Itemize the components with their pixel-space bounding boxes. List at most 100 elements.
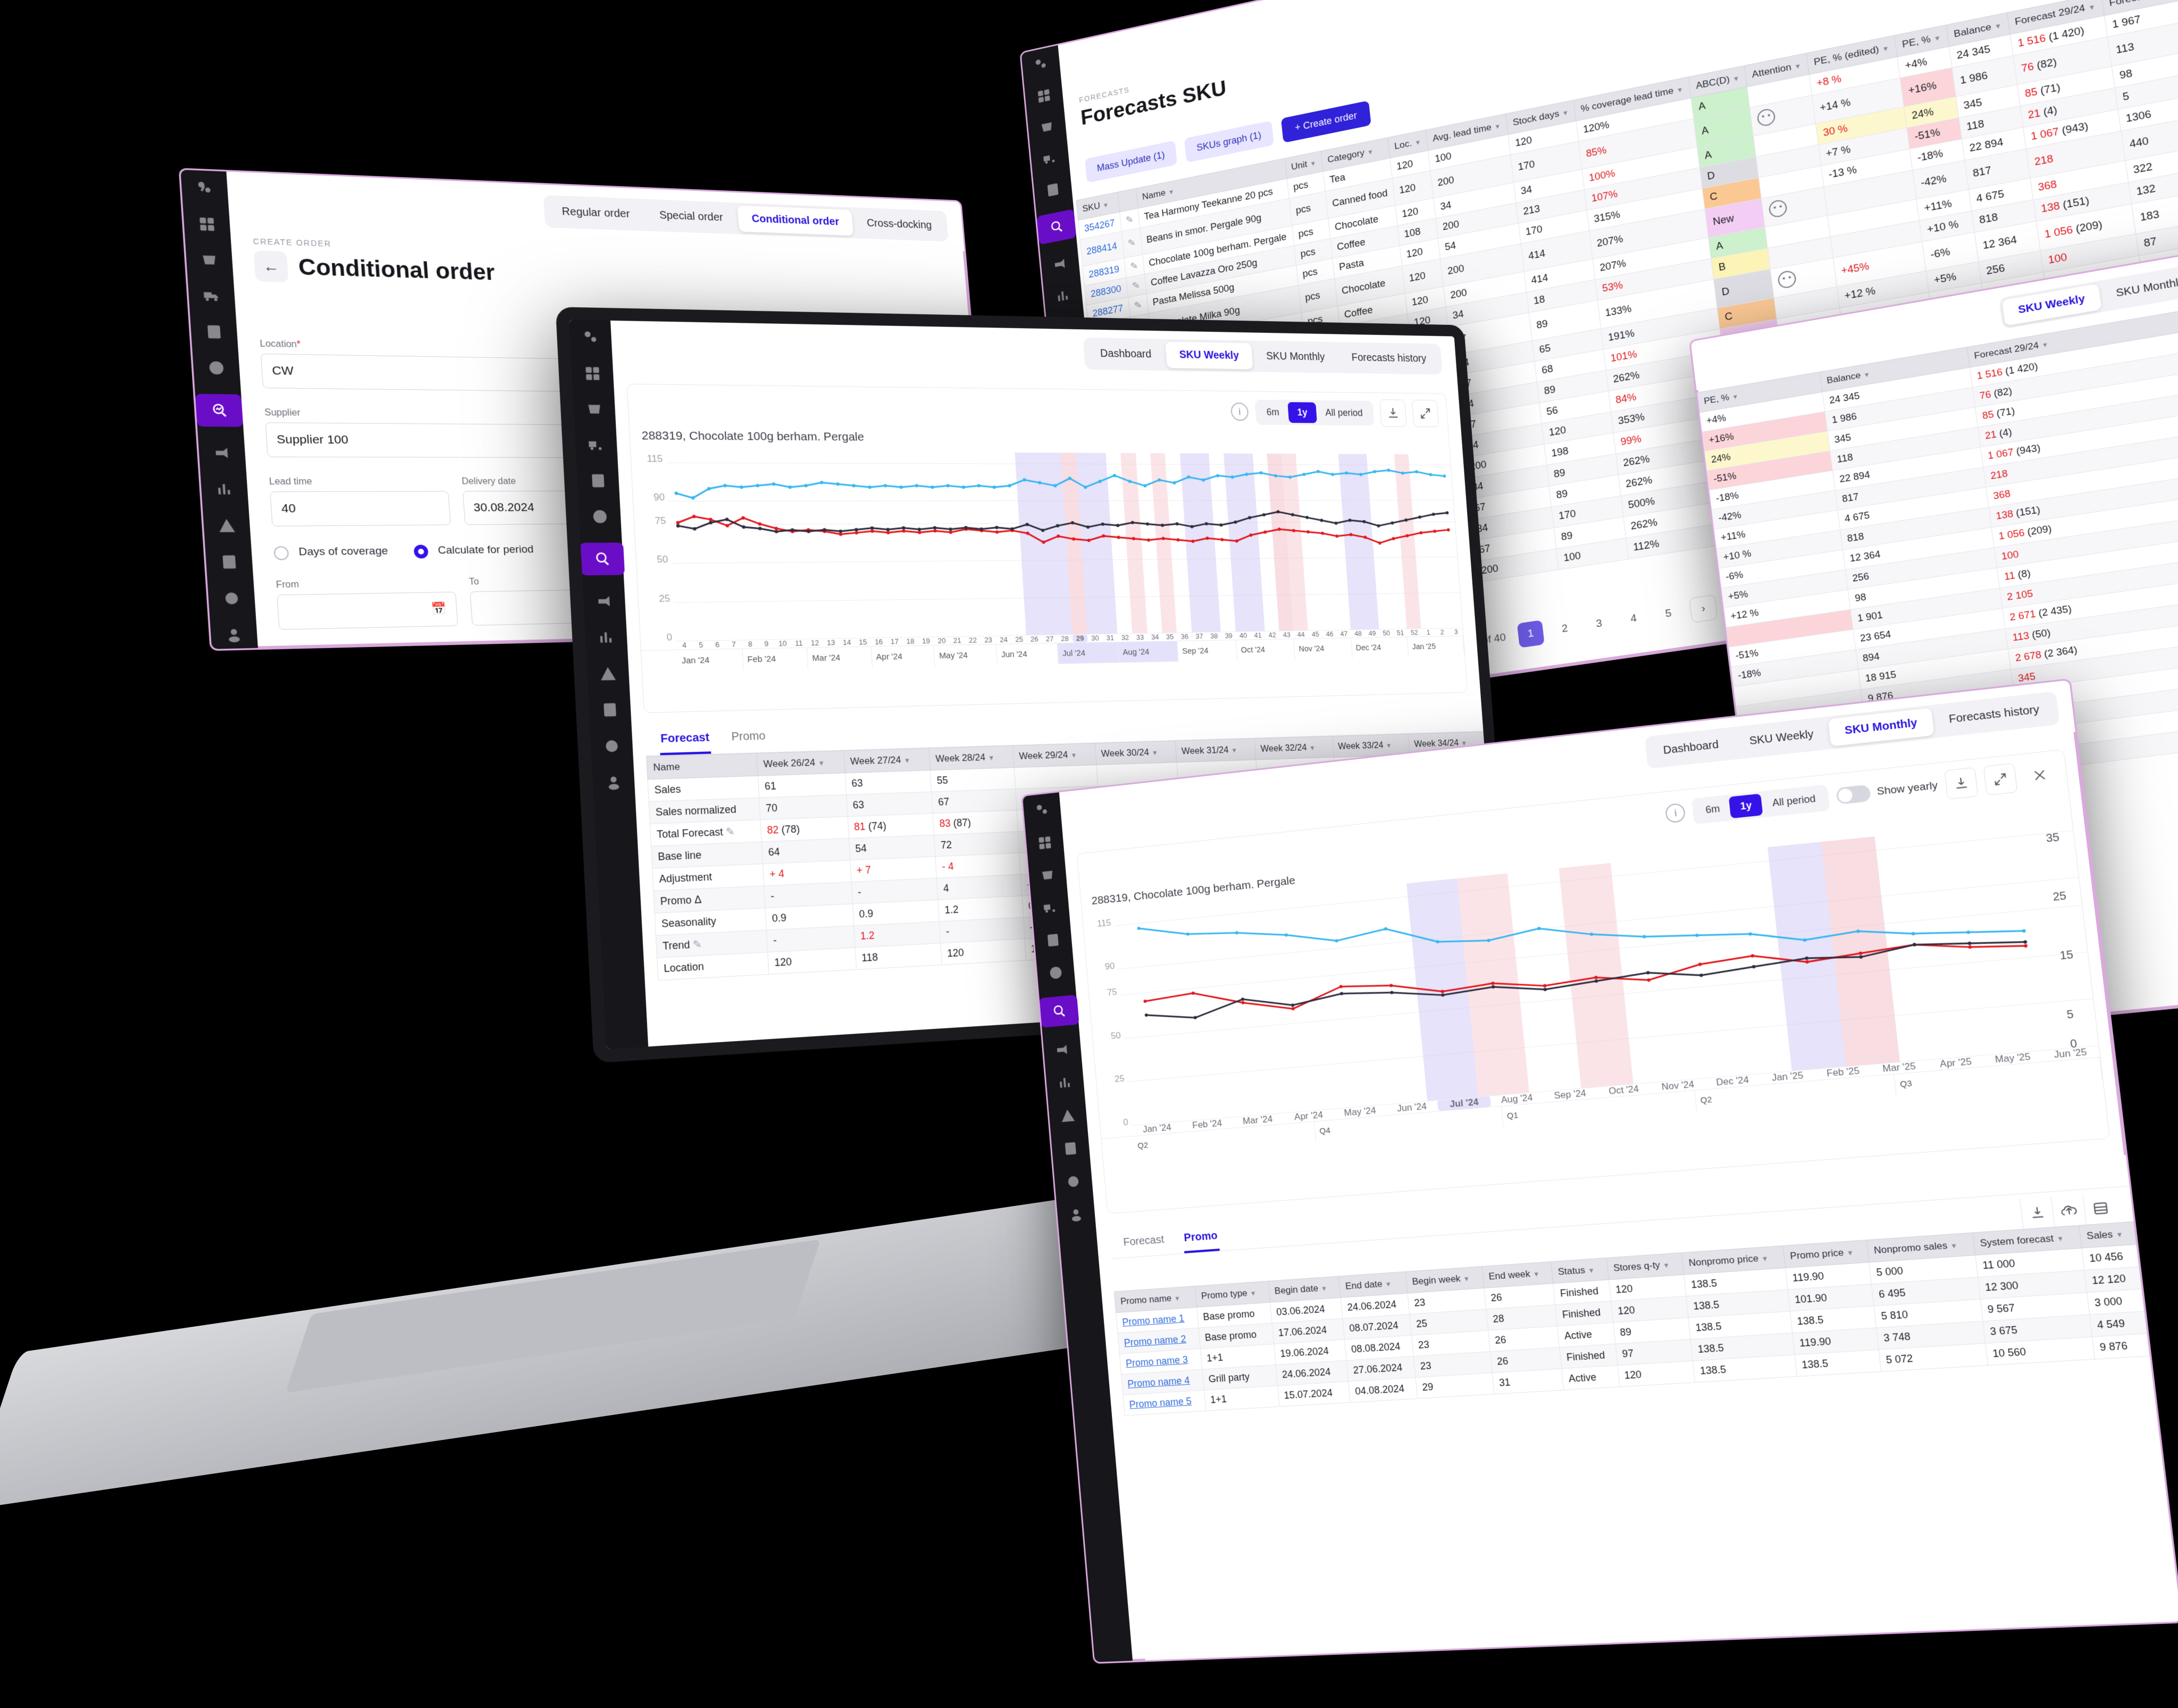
truck-icon[interactable] — [200, 286, 223, 306]
x-tick[interactable]: 48 — [1351, 630, 1366, 638]
axis-band-label[interactable]: Mar '24 — [807, 647, 873, 669]
grid-icon[interactable] — [196, 214, 218, 235]
x-tick[interactable]: 9 — [758, 639, 775, 648]
info-icon[interactable]: i — [1230, 403, 1249, 421]
percent-icon[interactable] — [1046, 963, 1066, 983]
page-button[interactable]: 1 — [1517, 619, 1545, 648]
tab-conditional-order[interactable]: Conditional order — [736, 205, 854, 236]
range-all-period[interactable]: All period — [1761, 786, 1827, 815]
x-tick[interactable]: 50 — [1379, 629, 1394, 637]
axis-band-label[interactable]: Sep '24 — [1177, 640, 1238, 662]
column-header[interactable]: Week 27/24 ▼ — [843, 748, 931, 773]
x-tick[interactable]: 17 — [886, 637, 903, 646]
x-tick[interactable]: 42 — [1265, 631, 1280, 639]
tab-sku-monthly[interactable]: SKU Monthly — [1828, 707, 1934, 746]
tab-sku-monthly[interactable]: SKU Monthly — [1252, 343, 1339, 370]
axis-band-label[interactable]: Apr '24 — [871, 646, 936, 668]
tab-dashboard[interactable]: Dashboard — [1647, 730, 1735, 766]
x-tick[interactable]: 15 — [855, 638, 871, 646]
x-tick[interactable]: 28 — [1057, 634, 1073, 643]
x-tick[interactable]: 37 — [1192, 632, 1207, 641]
column-header[interactable]: Week 30/24 ▼ — [1095, 741, 1177, 765]
page-button[interactable]: 5 — [1654, 600, 1683, 629]
document-icon[interactable] — [1044, 931, 1062, 950]
x-tick[interactable]: 2 — [1435, 628, 1450, 636]
tab-forecasts-history[interactable]: Forecasts history — [1932, 694, 2057, 735]
x-tick[interactable]: 11 — [791, 639, 807, 648]
warning-icon[interactable] — [215, 516, 238, 536]
cup-icon[interactable] — [1037, 117, 1056, 138]
column-header[interactable]: Name — [646, 753, 758, 780]
range-6m[interactable]: 6m — [1694, 797, 1731, 822]
tab-sku-monthly[interactable]: SKU Monthly — [2099, 266, 2178, 309]
grid-icon[interactable] — [1035, 833, 1054, 853]
axis-band-label[interactable]: Dec '24 — [1351, 637, 1409, 658]
x-tick[interactable]: 12 — [807, 639, 823, 648]
page-button[interactable]: 2 — [1551, 615, 1579, 643]
history-icon[interactable] — [599, 700, 621, 720]
upload-icon[interactable] — [2050, 1194, 2086, 1227]
gear-icon[interactable] — [220, 588, 242, 608]
x-tick[interactable]: 5 — [692, 640, 709, 649]
column-header[interactable]: Week 29/24 ▼ — [1012, 743, 1096, 768]
tab-sku-weekly[interactable]: SKU Weekly — [2001, 283, 2102, 326]
skus-graph-button[interactable]: SKUs graph (1) — [1184, 120, 1275, 163]
x-tick[interactable]: 1 — [1421, 628, 1435, 636]
x-tick[interactable]: 23 — [981, 635, 996, 644]
percent-icon[interactable] — [205, 358, 228, 378]
sidebar-item-forecasts[interactable] — [579, 542, 625, 576]
x-tick[interactable]: 13 — [823, 638, 839, 647]
user-icon[interactable] — [603, 772, 624, 793]
download-icon[interactable] — [1379, 399, 1407, 427]
radio-calculate-for-period[interactable]: Calculate for period — [413, 543, 534, 559]
column-header[interactable]: Week 32/24 ▼ — [1254, 736, 1334, 760]
axis-band-label[interactable]: Oct '24 — [1236, 639, 1296, 660]
x-tick[interactable]: 39 — [1221, 632, 1236, 640]
megaphone-icon[interactable] — [211, 443, 233, 463]
download-icon[interactable] — [2019, 1196, 2055, 1229]
tab-sku-weekly[interactable]: SKU Weekly — [1165, 341, 1253, 369]
tab-dashboard[interactable]: Dashboard — [1086, 340, 1166, 367]
page-button[interactable]: 4 — [1619, 605, 1647, 633]
x-tick[interactable]: 45 — [1308, 630, 1323, 639]
bar-chart-icon[interactable] — [596, 627, 617, 648]
x-tick[interactable]: 29 — [1072, 634, 1088, 643]
truck-icon[interactable] — [585, 435, 607, 455]
column-header[interactable]: Status ▼ — [1551, 1258, 1609, 1284]
document-icon[interactable] — [203, 322, 225, 342]
cup-icon[interactable] — [198, 250, 221, 270]
close-icon[interactable] — [2023, 759, 2057, 791]
x-tick[interactable]: 52 — [1407, 629, 1421, 637]
x-tick[interactable]: 25 — [1011, 635, 1027, 643]
x-tick[interactable]: 22 — [965, 636, 981, 644]
axis-band-label[interactable]: May '24 — [934, 644, 998, 667]
x-tick[interactable]: 18 — [902, 637, 919, 646]
tab-regular-order[interactable]: Regular order — [546, 198, 645, 228]
axis-band-label[interactable]: Nov '24 — [1294, 638, 1353, 659]
cup-icon[interactable] — [584, 399, 605, 419]
percent-icon[interactable] — [589, 507, 610, 526]
warning-icon[interactable] — [1058, 1106, 1077, 1125]
x-tick[interactable]: 47 — [1337, 630, 1352, 638]
x-tick[interactable]: 30 — [1087, 634, 1103, 642]
x-tick[interactable]: 41 — [1250, 631, 1265, 640]
table-settings-icon[interactable] — [2082, 1192, 2118, 1225]
x-tick[interactable]: 8 — [742, 640, 759, 649]
history-icon[interactable] — [218, 552, 240, 572]
download-icon[interactable] — [1944, 767, 1979, 800]
x-tick[interactable]: 20 — [934, 637, 950, 645]
column-header[interactable]: Week 26/24 ▼ — [757, 750, 845, 776]
axis-band-label[interactable]: Aug '24 — [1118, 641, 1179, 663]
bar-chart-icon[interactable] — [1056, 1073, 1075, 1093]
next-page-button[interactable]: › — [1689, 594, 1718, 623]
column-header[interactable]: Sales ▼ — [2079, 1221, 2137, 1249]
x-tick[interactable]: 33 — [1133, 633, 1148, 642]
x-tick[interactable]: 43 — [1279, 631, 1294, 639]
document-icon[interactable] — [1044, 180, 1062, 200]
x-tick[interactable]: 51 — [1393, 629, 1408, 637]
bar-chart-icon[interactable] — [1054, 286, 1073, 306]
tab-special-order[interactable]: Special order — [644, 202, 738, 231]
user-icon[interactable] — [223, 625, 245, 646]
lead-time-input[interactable]: 40 — [270, 491, 451, 526]
tab-forecasts-history[interactable]: Forecasts history — [1338, 345, 1440, 372]
